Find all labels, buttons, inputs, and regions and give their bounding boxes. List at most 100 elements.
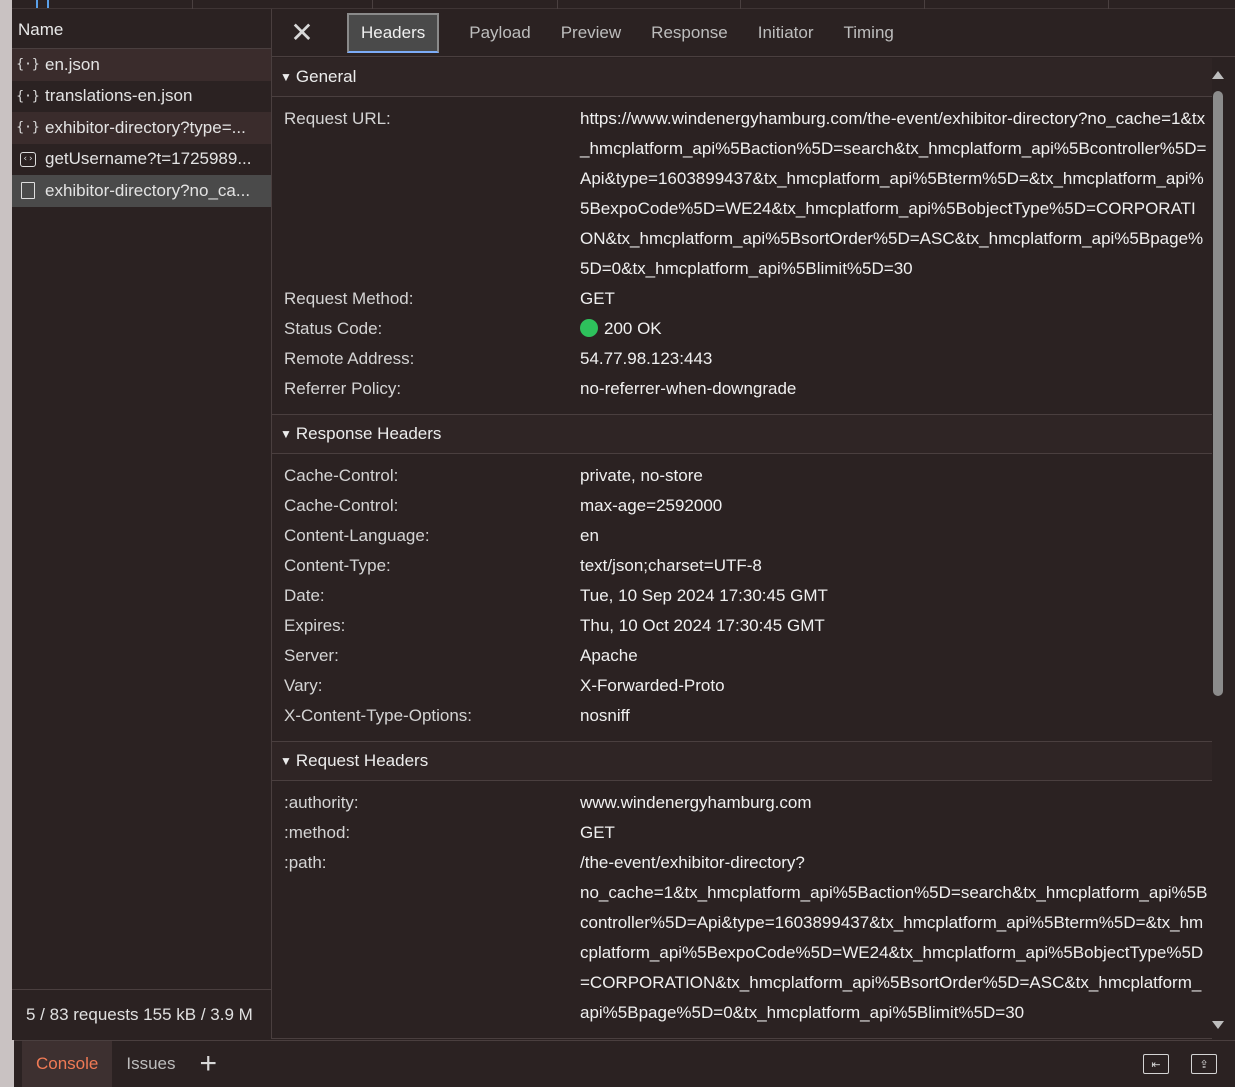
- detail-tabbar: ✕ Headers Payload Preview Response Initi…: [272, 9, 1235, 57]
- tab-preview[interactable]: Preview: [546, 9, 636, 57]
- header-row: Expires: Thu, 10 Oct 2024 17:30:45 GMT: [284, 611, 1212, 641]
- header-row: X-Content-Type-Options: nosniff: [284, 701, 1212, 731]
- window-edge: [0, 1040, 14, 1087]
- status-ok-icon: [580, 319, 598, 337]
- header-row: no_cache=1&tx_hmcplatform_api%5Baction%5…: [284, 878, 1212, 1028]
- request-name: exhibitor-directory?type=...: [45, 117, 246, 137]
- tab-headers[interactable]: Headers: [332, 9, 454, 57]
- header-key: Request URL:: [284, 109, 391, 128]
- request-list-item[interactable]: {·} exhibitor-directory?type=...: [12, 112, 271, 144]
- response-headers-section-header[interactable]: ▼ Response Headers: [272, 415, 1212, 454]
- general-section-header[interactable]: ▼ General: [272, 58, 1212, 97]
- expand-triangle-icon: ▼: [280, 70, 292, 84]
- timeline-marker: [47, 0, 49, 8]
- request-name: exhibitor-directory?no_ca...: [45, 180, 251, 200]
- header-key: [284, 878, 580, 1028]
- header-value[interactable]: GET: [580, 818, 1208, 848]
- request-list-item[interactable]: {·} en.json: [12, 49, 271, 81]
- request-name: getUsername?t=1725989...: [45, 149, 252, 169]
- tab-label: Headers: [347, 12, 440, 53]
- header-value[interactable]: 200 OK: [580, 314, 1208, 344]
- header-key: Expires:: [284, 616, 346, 635]
- header-key: X-Content-Type-Options:: [284, 706, 473, 725]
- header-key: Remote Address:: [284, 349, 415, 368]
- tab-payload[interactable]: Payload: [454, 9, 545, 57]
- json-icon: {·}: [16, 120, 40, 136]
- request-list-item[interactable]: exhibitor-directory?no_ca...: [12, 175, 271, 207]
- header-value[interactable]: max-age=2592000: [580, 491, 1208, 521]
- header-value[interactable]: no_cache=1&tx_hmcplatform_api%5Baction%5…: [580, 878, 1208, 1028]
- script-icon: ‹›: [20, 151, 36, 167]
- document-icon: [21, 182, 35, 200]
- drawer-actions: ⇤ ⇪: [1143, 1041, 1217, 1087]
- json-icon: {·}: [16, 88, 40, 104]
- header-row: Cache-Control: private, no-store: [284, 461, 1212, 491]
- header-row: :authority: www.windenergyhamburg.com: [284, 788, 1212, 818]
- header-value[interactable]: Tue, 10 Sep 2024 17:30:45 GMT: [580, 581, 1208, 611]
- request-list-item[interactable]: ‹› getUsername?t=1725989...: [12, 144, 271, 176]
- header-value[interactable]: text/json;charset=UTF-8: [580, 551, 1208, 581]
- header-key: Status Code:: [284, 319, 383, 338]
- header-value[interactable]: www.windenergyhamburg.com: [580, 788, 1208, 818]
- header-row: :path: /the-event/exhibitor-directory?: [284, 848, 1212, 878]
- add-tab-icon[interactable]: +: [190, 1041, 228, 1087]
- header-value[interactable]: no-referrer-when-downgrade: [580, 374, 1208, 404]
- header-value[interactable]: private, no-store: [580, 461, 1208, 491]
- header-key: Date:: [284, 586, 325, 605]
- ruler-tick: [924, 0, 925, 9]
- header-value[interactable]: Thu, 10 Oct 2024 17:30:45 GMT: [580, 611, 1208, 641]
- header-key: :path:: [284, 853, 327, 872]
- request-name: en.json: [45, 54, 100, 74]
- headers-content: ▼ General Request URL: https://www.winden…: [272, 58, 1212, 1039]
- json-icon: {·}: [16, 57, 40, 73]
- general-section-body: Request URL: https://www.windenergyhambur…: [272, 97, 1212, 415]
- header-value[interactable]: https://www.windenergyhamburg.com/the-ev…: [580, 104, 1208, 284]
- header-value[interactable]: /the-event/exhibitor-directory?: [580, 848, 1208, 878]
- drawer-tab-console[interactable]: Console: [22, 1041, 113, 1087]
- request-list-panel: Name {·} en.json {·} translations-en.json {·…: [12, 9, 272, 1039]
- header-row: Date: Tue, 10 Sep 2024 17:30:45 GMT: [284, 581, 1212, 611]
- tab-timing[interactable]: Timing: [828, 9, 908, 57]
- request-list-item[interactable]: {·} translations-en.json: [12, 81, 271, 113]
- status-text: 200 OK: [604, 319, 662, 338]
- request-list: {·} en.json {·} translations-en.json {·} exhi…: [12, 49, 271, 207]
- close-icon[interactable]: ✕: [272, 9, 332, 57]
- header-value[interactable]: GET: [580, 284, 1208, 314]
- header-row: Status Code: 200 OK: [284, 314, 1212, 344]
- header-value[interactable]: nosniff: [580, 701, 1208, 731]
- request-headers-section-header[interactable]: ▼ Request Headers: [272, 742, 1212, 781]
- name-column-header[interactable]: Name: [12, 9, 271, 49]
- section-title: Request Headers: [295, 751, 429, 770]
- drawer-tab-issues[interactable]: Issues: [112, 1041, 189, 1087]
- header-value[interactable]: 54.77.98.123:443: [580, 344, 1208, 374]
- dock-drawer-icon[interactable]: ⇤: [1143, 1054, 1169, 1074]
- header-row: Server: Apache: [284, 641, 1212, 671]
- header-key: :authority:: [284, 793, 359, 812]
- ruler-tick: [192, 0, 193, 9]
- vertical-scrollbar[interactable]: [1211, 69, 1225, 1029]
- header-row: Request URL: https://www.windenergyhambur…: [284, 104, 1212, 284]
- request-summary: 5 / 83 requests 155 kB / 3.9 M: [12, 989, 272, 1039]
- header-key: Content-Type:: [284, 556, 391, 575]
- move-to-top-icon[interactable]: ⇪: [1191, 1054, 1217, 1074]
- header-value[interactable]: en: [580, 521, 1208, 551]
- header-value[interactable]: Apache: [580, 641, 1208, 671]
- header-row: Content-Language: en: [284, 521, 1212, 551]
- header-value[interactable]: X-Forwarded-Proto: [580, 671, 1208, 701]
- request-detail-panel: ✕ Headers Payload Preview Response Initi…: [272, 9, 1235, 1039]
- tab-response[interactable]: Response: [636, 9, 743, 57]
- scroll-down-arrow-icon[interactable]: [1212, 1021, 1224, 1029]
- tab-initiator[interactable]: Initiator: [743, 9, 829, 57]
- window-edge: [0, 0, 12, 1040]
- expand-triangle-icon: ▼: [280, 427, 292, 441]
- request-headers-section-body: :authority: www.windenergyhamburg.com:met…: [272, 781, 1212, 1039]
- header-key: Content-Language:: [284, 526, 430, 545]
- section-title: General: [295, 67, 357, 86]
- header-row: Request Method: GET: [284, 284, 1212, 314]
- section-title: Response Headers: [295, 424, 442, 443]
- header-key: :method:: [284, 823, 351, 842]
- header-row: :method: GET: [284, 818, 1212, 848]
- ruler-tick: [1108, 0, 1109, 9]
- scroll-up-arrow-icon[interactable]: [1212, 71, 1224, 79]
- scrollbar-thumb[interactable]: [1213, 91, 1223, 696]
